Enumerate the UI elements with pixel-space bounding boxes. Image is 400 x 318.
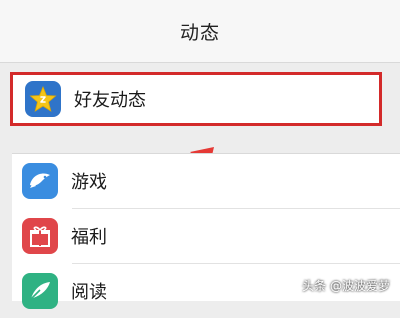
list-item-label: 游戏 — [71, 172, 107, 193]
game-icon — [22, 163, 58, 199]
gift-icon — [22, 218, 58, 254]
list-item-game[interactable]: 游戏 — [12, 154, 400, 208]
list-item-label: 阅读 — [71, 282, 107, 303]
list-item-welfare[interactable]: 福利 — [12, 209, 400, 263]
book-icon — [22, 273, 58, 309]
list-item-label: 福利 — [71, 227, 107, 248]
watermark: 头条 @波波爱萝 — [302, 279, 390, 293]
